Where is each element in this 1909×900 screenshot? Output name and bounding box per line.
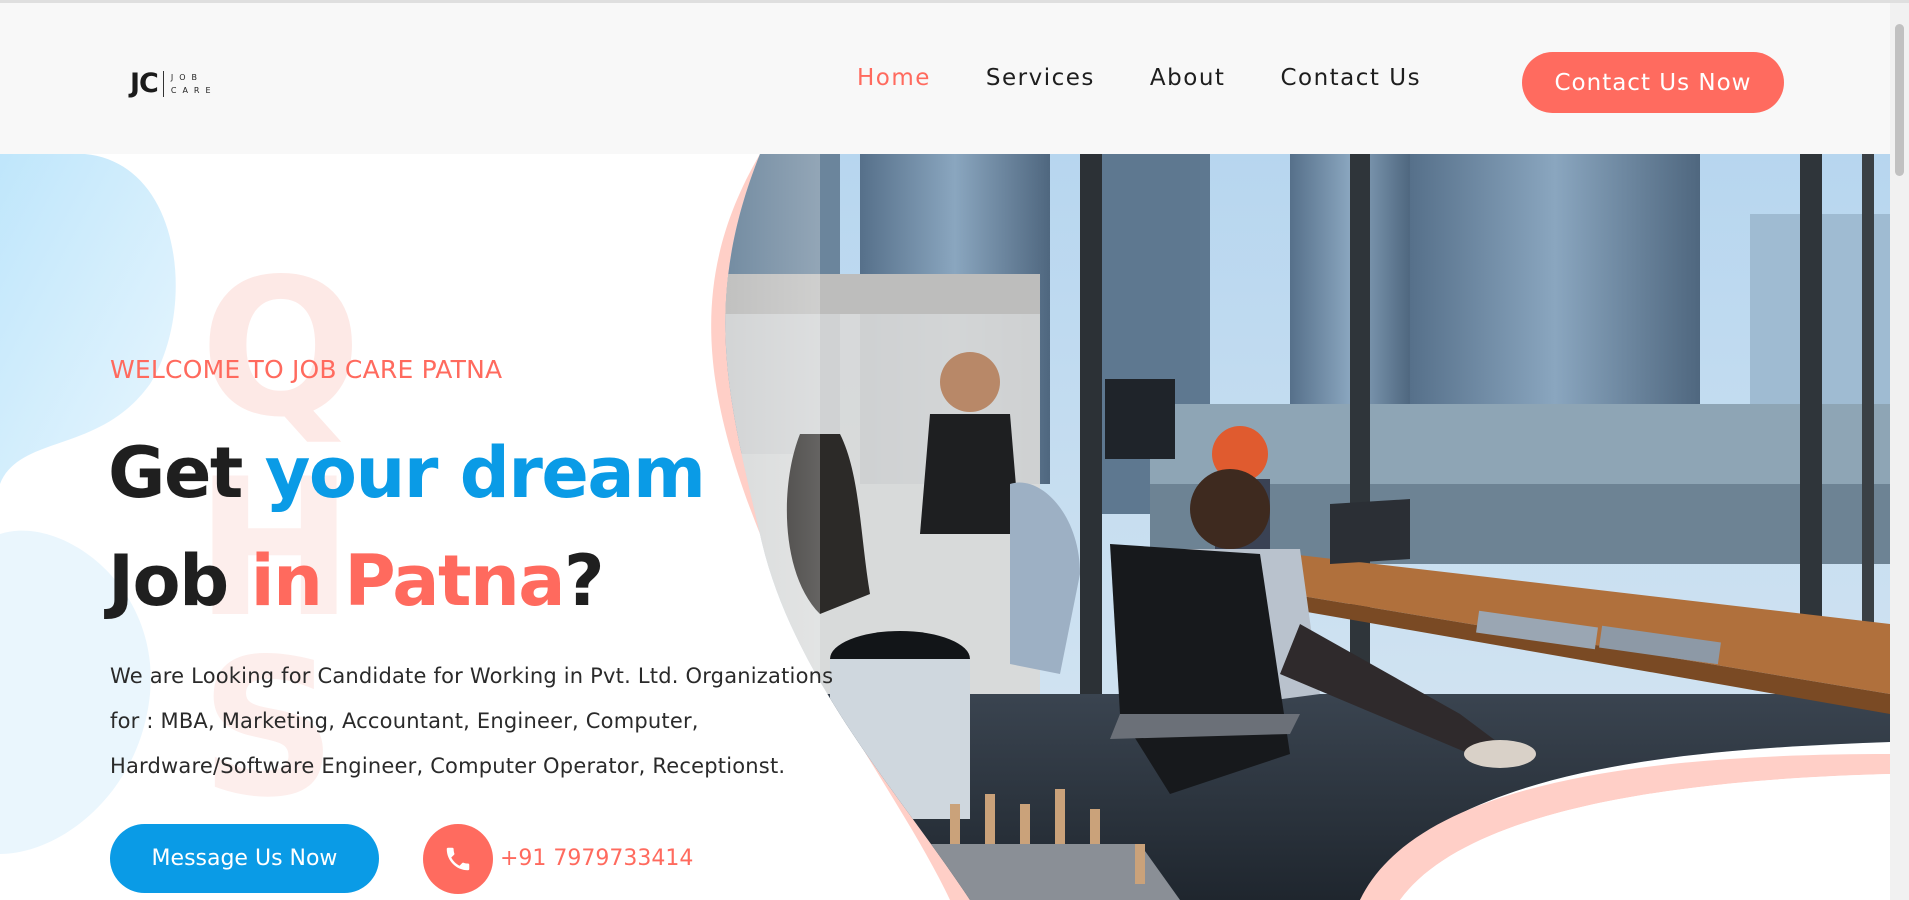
phone-number-link[interactable]: +91 7979733414 [500,846,693,871]
hero-description: We are Looking for Candidate for Working… [110,654,870,789]
site-header: JC JOB CARE Home Services About Contact … [0,3,1890,154]
scrollbar-thumb[interactable] [1895,24,1904,176]
logo-divider [162,70,164,97]
site-logo[interactable]: JC JOB CARE [130,68,217,99]
headline-get: Get [108,432,265,514]
phone-icon [446,847,470,871]
description-line-2: for : MBA, Marketing, Accountant, Engine… [110,709,699,733]
description-line-3: Hardware/Software Engineer, Computer Ope… [110,754,786,778]
headline-question-mark: ? [564,540,605,622]
main-nav: Home Services About Contact Us [857,65,1476,91]
nav-services[interactable]: Services [986,65,1095,91]
headline-line-1: Get your dream [108,419,706,527]
page: JC JOB CARE Home Services About Contact … [0,0,1909,900]
nav-contact-us[interactable]: Contact Us [1280,65,1421,91]
headline-your-dream: your dream [264,432,706,514]
logo-word-job: JOB [170,72,204,82]
nav-about[interactable]: About [1150,65,1226,91]
headline-in-patna: in Patna [250,540,566,622]
message-us-now-button[interactable]: Message Us Now [110,824,379,893]
logo-words: JOB CARE [171,71,217,97]
contact-us-now-button[interactable]: Contact Us Now [1522,52,1784,113]
hero-headline: Get your dream Job in Patna? [108,419,706,635]
phone-call-button[interactable] [423,824,493,894]
logo-word-care: CARE [170,85,217,95]
headline-line-2: Job in Patna? [108,527,705,635]
headline-job: Job [108,540,251,622]
description-line-1: We are Looking for Candidate for Working… [110,664,834,688]
nav-home[interactable]: Home [857,65,931,91]
hero-section: Q H S WELCOME TO JOB CARE PATNA Get your… [0,154,1890,900]
welcome-tagline: WELCOME TO JOB CARE PATNA [110,355,503,384]
logo-mark: JC [130,68,159,99]
